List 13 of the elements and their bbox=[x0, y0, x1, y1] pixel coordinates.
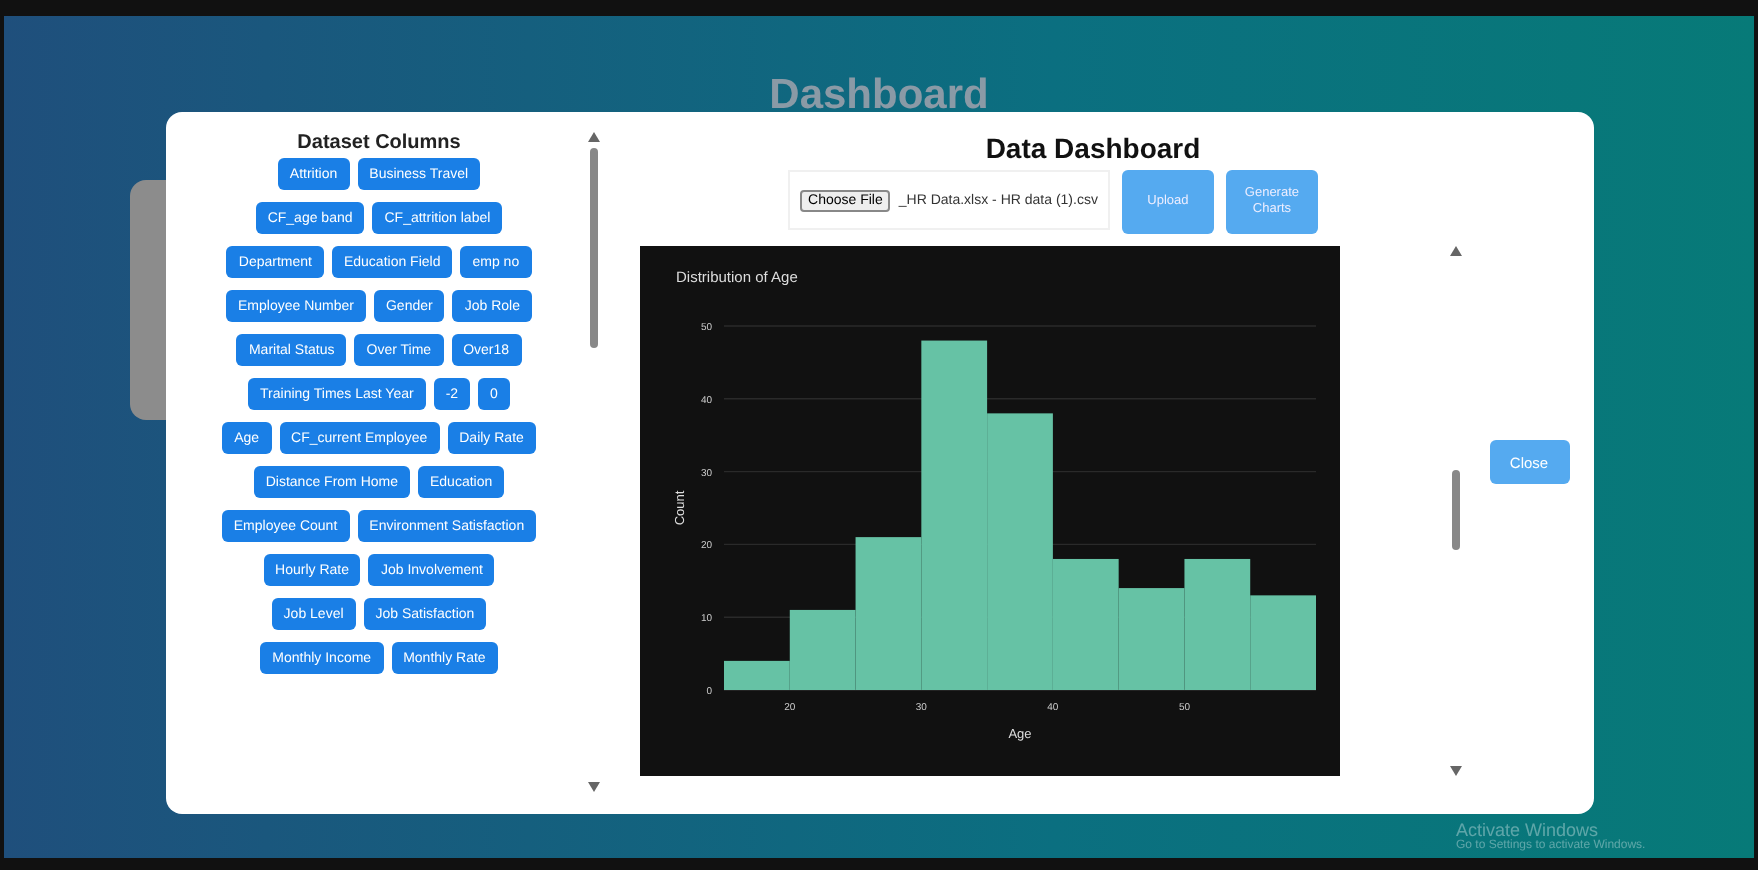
histogram-bar bbox=[1117, 588, 1184, 690]
scroll-up-icon[interactable] bbox=[587, 132, 599, 142]
dashboard-title: Data Dashboard bbox=[985, 132, 1201, 164]
scroll-down-icon[interactable] bbox=[1449, 766, 1461, 776]
chart-scrollbar[interactable] bbox=[1447, 246, 1463, 776]
scroll-down-icon[interactable] bbox=[587, 782, 599, 792]
sidebar-scrollbar[interactable] bbox=[585, 132, 601, 792]
sidebar-title: Dataset Columns bbox=[297, 132, 461, 154]
histogram-bar bbox=[1183, 558, 1250, 690]
scroll-up-icon[interactable] bbox=[1449, 246, 1461, 256]
page-title: Dashboard bbox=[769, 70, 989, 112]
histogram-bar bbox=[1249, 595, 1315, 690]
watermark-text: Activate Windows bbox=[1456, 820, 1599, 840]
